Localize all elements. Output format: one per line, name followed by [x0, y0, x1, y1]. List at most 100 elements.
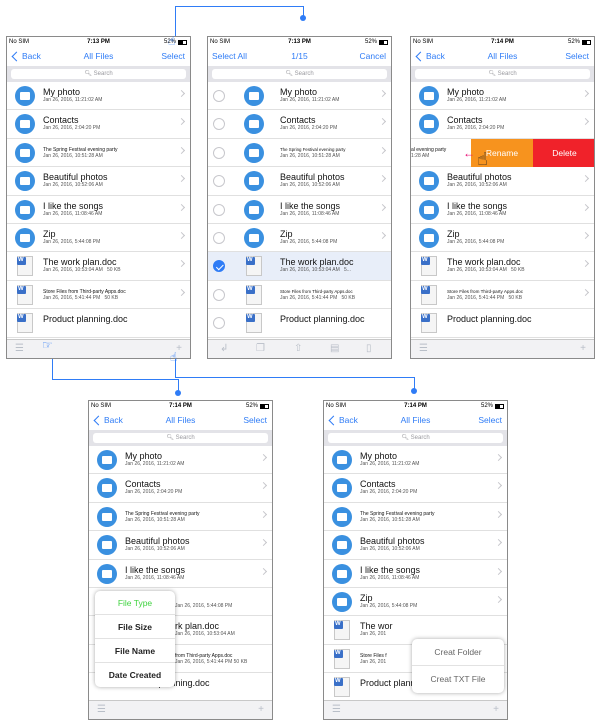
list-item[interactable]: The Spring Festival evening party Jan 26,… [324, 503, 507, 532]
checkbox[interactable] [213, 203, 225, 216]
phone-screen-swipe: No SIM 7:14 PM 52% Back All Files Select… [410, 36, 595, 359]
chevron-right-icon [177, 89, 186, 98]
chevron-right-icon [177, 146, 186, 154]
search-input[interactable]: 🔍︎ Search [328, 433, 503, 443]
list-item[interactable]: Zip Jan 26, 2016, 5:44:08 PM [324, 588, 507, 617]
chevron-right-icon [581, 175, 590, 183]
doc-file-icon [334, 648, 350, 669]
phone-screen-browse: No SIM 7:13 PM 52% Back All Files Select… [6, 36, 191, 359]
sort-by-date-created[interactable]: Date Created [95, 663, 175, 687]
list-item[interactable]: I like the songs Jan 26, 2016, 11:08:46 A… [324, 560, 507, 588]
cancel-button[interactable]: Cancel [360, 51, 386, 61]
list-item[interactable]: Zip Jan 26, 2016, 5:44:08 PM [7, 224, 190, 253]
list-item[interactable]: I like the songs Jan 26, 2016, 11:08:46 A… [89, 560, 272, 588]
trash-icon[interactable]: ▯ [366, 344, 372, 354]
battery-icon [495, 403, 504, 409]
list-item[interactable]: My photo Jan 26, 2016, 11:21:02 AM [208, 82, 391, 111]
list-item[interactable]: Product planning.doc [7, 309, 190, 338]
checkbox[interactable] [213, 175, 225, 188]
list-item[interactable]: The work plan.docJan 26, 2016, 10:53:04 … [7, 252, 190, 281]
list-item[interactable]: Beautiful photos Jan 26, 2016, 10:52:06 A… [411, 167, 594, 196]
search-input[interactable]: 🔍︎ Search [93, 433, 268, 443]
checkbox[interactable] [213, 90, 225, 102]
list-item[interactable]: Store Files from Third-party Apps.docJan… [7, 281, 190, 310]
list-item[interactable]: Zip Jan 26, 2016, 5:44:08 PM [411, 224, 594, 253]
doc-file-icon [246, 256, 262, 277]
list-item[interactable]: The Spring Festival evening party Jan 26,… [7, 139, 190, 168]
folder-icon [15, 171, 35, 192]
select-button[interactable]: Select [243, 415, 267, 425]
list-item[interactable]: My photo Jan 26, 2016, 11:21:02 AM [89, 446, 272, 475]
list-item[interactable]: Beautiful photos Jan 26, 2016, 10:52:06 A… [208, 167, 391, 196]
folder-icon [244, 227, 264, 248]
list-item-swiped[interactable]: al evening party 1:28 AM Rename Delete ←… [411, 138, 594, 169]
file-list: My photo Jan 26, 2016, 11:21:02 AM Contac… [208, 82, 391, 338]
share-icon[interactable]: ⇧ [294, 344, 302, 354]
plus-icon[interactable]: + [258, 705, 264, 715]
list-sort-icon[interactable]: ☰ [419, 344, 428, 354]
list-item[interactable]: The Spring Festival evening party Jan 26,… [208, 139, 391, 168]
select-button[interactable]: Select [478, 415, 502, 425]
folder-icon [97, 506, 117, 527]
checkbox[interactable] [213, 317, 225, 330]
list-item[interactable]: Zip Jan 26, 2016, 5:44:08 PM [208, 224, 391, 253]
list-item[interactable]: My photo Jan 26, 2016, 11:21:02 AM [411, 82, 594, 111]
list-item[interactable]: Contacts Jan 26, 2016, 2:04:20 PM [411, 110, 594, 139]
list-item[interactable]: The Spring Festival evening party Jan 26,… [89, 503, 272, 532]
list-item[interactable]: The work plan.docJan 26, 2016, 10:53:04 … [411, 252, 594, 281]
checkbox[interactable] [213, 146, 225, 159]
doc-file-icon [421, 256, 437, 277]
list-item[interactable]: I like the songs Jan 26, 2016, 11:08:46 A… [7, 196, 190, 224]
list-item[interactable]: Store Files from Third-party Apps.docJan… [411, 281, 594, 310]
list-item[interactable]: I like the songs Jan 26, 2016, 11:08:46 A… [411, 196, 594, 224]
bottom-toolbar: ☰ + [411, 339, 594, 358]
folder-icon [332, 450, 352, 470]
list-item[interactable]: Contacts Jan 26, 2016, 2:04:20 PM [7, 110, 190, 139]
create-txt-file-button[interactable]: Creat TXT File [412, 666, 504, 693]
status-bar: No SIM 7:13 PM 52% [208, 37, 391, 48]
tutorial-composite: No SIM 7:13 PM 52% Back All Files Select… [0, 0, 595, 720]
list-item[interactable]: My photo Jan 26, 2016, 11:21:02 AM [324, 446, 507, 475]
create-folder-button[interactable]: Creat Folder [412, 639, 504, 666]
search-input[interactable]: 🔍︎ Search [415, 69, 590, 79]
plus-icon[interactable]: + [580, 344, 586, 354]
list-sort-icon[interactable]: ☰ [15, 344, 24, 354]
list-sort-icon[interactable]: ☰ [332, 705, 341, 715]
checkbox[interactable] [213, 231, 225, 244]
search-input[interactable]: 🔍︎ Search [212, 69, 387, 79]
copy-icon[interactable]: ❐ [256, 344, 265, 354]
sort-by-file-name[interactable]: File Name [95, 639, 175, 663]
list-sort-icon[interactable]: ☰ [97, 705, 106, 715]
sort-by-file-type[interactable]: File Type [95, 591, 175, 615]
chevron-right-icon [494, 539, 503, 547]
folder-icon [15, 227, 35, 248]
select-button[interactable]: Select [161, 51, 185, 61]
list-item[interactable]: Product planning.doc [411, 309, 594, 338]
folder-icon [332, 563, 352, 584]
search-input[interactable]: 🔍︎ Search [11, 69, 186, 79]
sort-by-file-size[interactable]: File Size [95, 615, 175, 639]
list-item[interactable]: Beautiful photos Jan 26, 2016, 10:52:06 A… [324, 531, 507, 560]
checkbox[interactable] [213, 118, 225, 131]
archive-icon[interactable]: ▤ [330, 344, 339, 354]
chevron-right-icon [177, 118, 186, 126]
list-item[interactable]: Contacts Jan 26, 2016, 2:04:20 PM [324, 474, 507, 503]
list-item[interactable]: Contacts Jan 26, 2016, 2:04:20 PM [208, 110, 391, 139]
connector-dot [300, 15, 306, 21]
list-item-selected[interactable]: The work plan.docJan 26, 2016, 10:53:04 … [208, 252, 391, 281]
list-item[interactable]: My photo Jan 26, 2016, 11:21:02 AM [7, 82, 190, 111]
folder-icon [419, 86, 439, 106]
list-item[interactable]: Contacts Jan 26, 2016, 2:04:20 PM [89, 474, 272, 503]
plus-icon[interactable]: + [493, 705, 499, 715]
list-item[interactable]: Beautiful photos Jan 26, 2016, 10:52:06 A… [89, 531, 272, 560]
list-item[interactable]: Store Files from Third-party Apps.docJan… [208, 281, 391, 310]
checkbox-checked[interactable] [213, 260, 225, 273]
delete-button[interactable]: Delete [533, 138, 594, 167]
list-item[interactable]: Product planning.doc [208, 309, 391, 338]
checkbox[interactable] [213, 288, 225, 301]
list-item[interactable]: Beautiful photos Jan 26, 2016, 10:52:06 A… [7, 167, 190, 196]
select-button[interactable]: Select [565, 51, 589, 61]
move-icon[interactable]: ↲ [220, 344, 228, 354]
list-item[interactable]: I like the songs Jan 26, 2016, 11:08:46 A… [208, 196, 391, 224]
chevron-right-icon [494, 567, 503, 575]
